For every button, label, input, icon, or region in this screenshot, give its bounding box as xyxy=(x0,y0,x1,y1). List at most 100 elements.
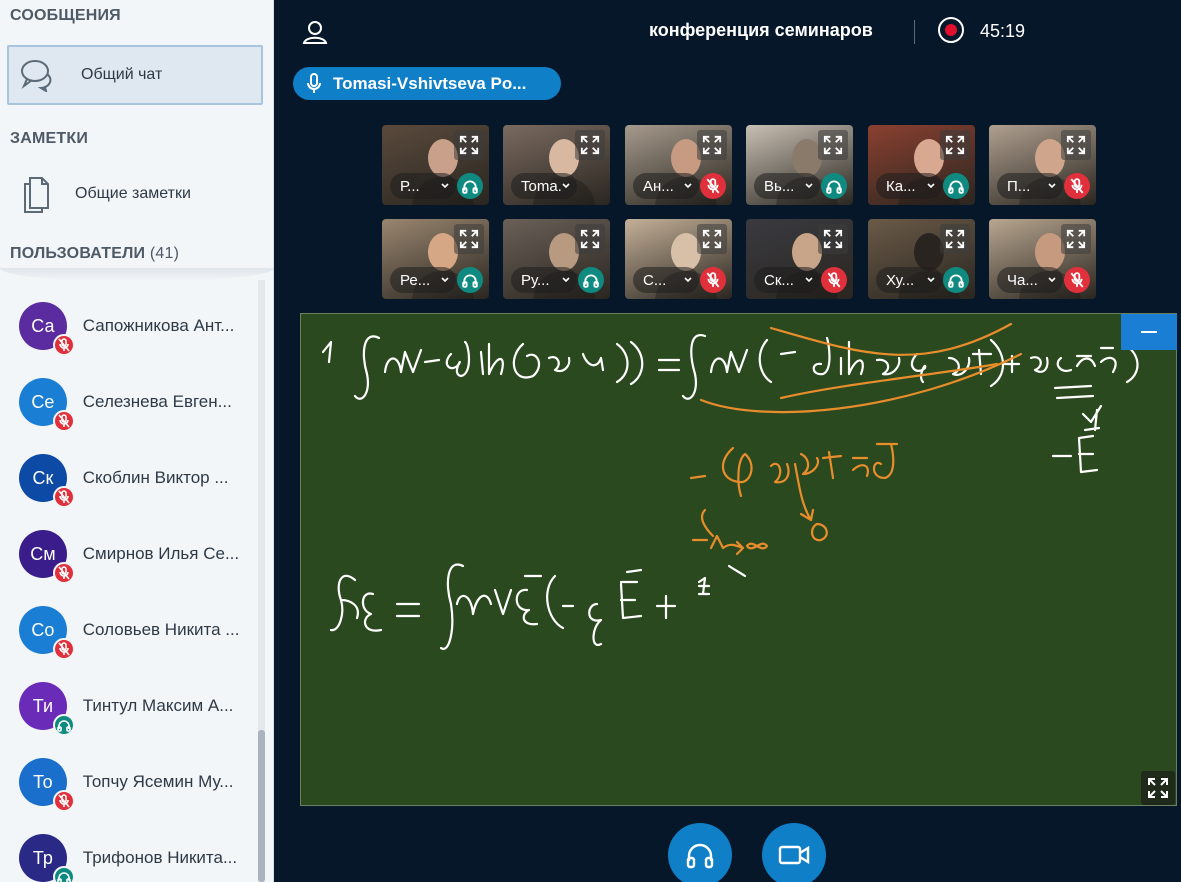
muted-microphone-icon xyxy=(52,790,75,812)
expand-video-icon[interactable] xyxy=(454,224,484,254)
participant-name-dropdown[interactable]: Toma... xyxy=(511,173,577,199)
headphones-icon xyxy=(943,173,969,199)
video-camera-icon xyxy=(778,845,810,865)
recording-button[interactable] xyxy=(938,17,964,43)
user-avatar: Ск xyxy=(19,454,75,508)
participant-name-dropdown[interactable]: Ча... xyxy=(997,267,1063,293)
expand-video-icon[interactable] xyxy=(818,130,848,160)
participant-video-tile[interactable]: Toma... xyxy=(503,125,610,205)
chevron-down-icon xyxy=(804,272,814,292)
participant-video-tile[interactable]: Ан... xyxy=(625,125,732,205)
participant-video-tile[interactable]: Вь... xyxy=(746,125,853,205)
whiteboard[interactable] xyxy=(300,313,1177,806)
participant-name-dropdown[interactable]: Ре... xyxy=(390,267,456,293)
muted-microphone-icon xyxy=(700,173,726,199)
participant-video-tile[interactable]: Р... xyxy=(382,125,489,205)
participant-name: Вь... xyxy=(764,177,795,195)
share-camera-button[interactable] xyxy=(762,823,826,882)
chevron-down-icon xyxy=(926,178,936,198)
user-name: Топчу Ясемин Му... xyxy=(82,772,234,791)
user-list-item[interactable]: Тр Трифонов Никита... xyxy=(0,820,258,882)
expand-video-icon[interactable] xyxy=(818,224,848,254)
chat-bubbles-icon xyxy=(17,58,61,92)
participant-name-dropdown[interactable]: Р... xyxy=(390,173,456,199)
participant-video-tile[interactable]: Ча... xyxy=(989,219,1096,299)
headphones-icon xyxy=(52,714,75,736)
user-avatar: Со xyxy=(19,606,75,660)
user-list-item[interactable]: Се Селезнева Евген... xyxy=(0,364,258,440)
participant-name-dropdown[interactable]: Вь... xyxy=(754,173,820,199)
participant-name-dropdown[interactable]: Ру... xyxy=(511,267,577,293)
participant-video-tile[interactable]: С... xyxy=(625,219,732,299)
public-chat-button[interactable]: Общий чат xyxy=(7,45,263,105)
participant-video-tile[interactable]: Ху... xyxy=(868,219,975,299)
muted-microphone-icon xyxy=(52,334,75,356)
muted-microphone-icon xyxy=(821,267,847,293)
participant-name-dropdown[interactable]: Ху... xyxy=(876,267,942,293)
participant-video-tile[interactable]: Ру... xyxy=(503,219,610,299)
chevron-down-icon xyxy=(561,178,571,198)
participant-name: С... xyxy=(643,271,667,289)
user-list-item[interactable]: То Топчу Ясемин Му... xyxy=(0,744,258,820)
participant-video-tile[interactable]: Ре... xyxy=(382,219,489,299)
headphones-icon xyxy=(686,843,714,869)
user-initials: Со xyxy=(31,619,55,640)
fullscreen-whiteboard-button[interactable] xyxy=(1141,771,1175,805)
muted-microphone-icon xyxy=(52,638,75,660)
expand-video-icon[interactable] xyxy=(697,224,727,254)
expand-video-icon[interactable] xyxy=(454,130,484,160)
expand-video-icon[interactable] xyxy=(1061,130,1091,160)
participant-name-dropdown[interactable]: П... xyxy=(997,173,1063,199)
participant-name-dropdown[interactable]: Ск... xyxy=(754,267,820,293)
chevron-down-icon xyxy=(683,272,693,292)
users-scrollbar-thumb[interactable] xyxy=(258,730,265,882)
user-list-item[interactable]: См Смирнов Илья Се... xyxy=(0,516,258,592)
user-list-item[interactable]: Ти Тинтул Максим А... xyxy=(0,668,258,744)
user-list-item[interactable]: Ск Скоблин Виктор ... xyxy=(0,440,258,516)
headphones-icon xyxy=(457,267,483,293)
participant-name: Р... xyxy=(400,177,420,195)
participant-name-dropdown[interactable]: Ан... xyxy=(633,173,699,199)
user-initials: То xyxy=(33,771,53,792)
chevron-down-icon xyxy=(683,178,693,198)
users-section-title: ПОЛЬЗОВАТЕЛИ (41) xyxy=(10,245,179,263)
expand-video-icon[interactable] xyxy=(575,130,605,160)
user-name: Смирнов Илья Се... xyxy=(82,544,240,563)
participant-video-tile[interactable]: Ск... xyxy=(746,219,853,299)
expand-video-icon[interactable] xyxy=(940,224,970,254)
shared-notes-button[interactable]: Общие заметки xyxy=(7,166,263,222)
whiteboard-orange-strokes xyxy=(689,322,1023,556)
users-title-text: ПОЛЬЗОВАТЕЛИ xyxy=(10,245,146,262)
meeting-title: конференция семинаров xyxy=(649,20,873,40)
user-profile-icon[interactable] xyxy=(300,18,330,53)
participant-name: Ча... xyxy=(1007,271,1038,289)
participant-name: Ан... xyxy=(643,177,674,195)
participant-video-tile[interactable]: П... xyxy=(989,125,1096,205)
user-list-item[interactable]: Са Сапожникова Ант... xyxy=(0,288,258,364)
muted-microphone-icon xyxy=(1064,173,1090,199)
whiteboard-white-strokes xyxy=(321,334,1139,650)
audio-headphones-button[interactable] xyxy=(668,823,732,882)
expand-video-icon[interactable] xyxy=(697,130,727,160)
user-avatar: Тр xyxy=(19,834,75,882)
chevron-down-icon xyxy=(926,272,936,292)
user-name: Трифонов Никита... xyxy=(82,848,238,867)
participant-name-dropdown[interactable]: С... xyxy=(633,267,699,293)
muted-microphone-icon xyxy=(52,486,75,508)
users-list: Са Сапожникова Ант... Се Селезнева Евген...… xyxy=(0,280,258,882)
muted-microphone-icon xyxy=(52,562,75,584)
participant-name-dropdown[interactable]: Ка... xyxy=(876,173,942,199)
talking-indicator[interactable]: Tomasi-Vshivtseva Po... xyxy=(293,67,561,100)
user-initials: Тр xyxy=(32,847,53,868)
expand-video-icon[interactable] xyxy=(940,130,970,160)
expand-video-icon[interactable] xyxy=(1061,224,1091,254)
user-list-item[interactable]: Со Соловьев Никита ... xyxy=(0,592,258,668)
user-initials: Ти xyxy=(32,695,54,716)
user-avatar: См xyxy=(19,530,75,584)
minimize-whiteboard-button[interactable] xyxy=(1121,314,1177,350)
minus-icon xyxy=(1141,331,1157,333)
expand-video-icon[interactable] xyxy=(575,224,605,254)
participant-video-tile[interactable]: Ка... xyxy=(868,125,975,205)
chevron-down-icon xyxy=(440,272,450,292)
user-name: Скоблин Виктор ... xyxy=(82,468,229,487)
